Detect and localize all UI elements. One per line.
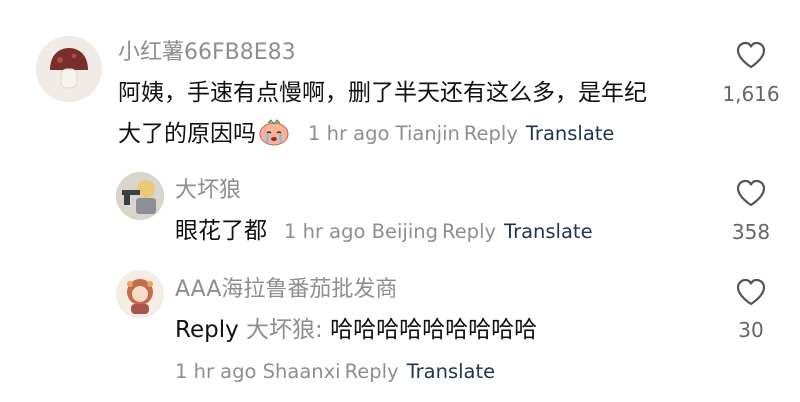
comment-username[interactable]: 小红薯66FB8E83: [118, 40, 296, 66]
comment-meta: 1 hr ago Shaanxi Reply Translate: [175, 360, 495, 384]
comment-text: Reply 大坏狼: 哈哈哈哈哈哈哈哈哈: [175, 315, 537, 345]
comment-location: Shaanxi: [262, 360, 341, 383]
like-count: 30: [738, 318, 764, 342]
like-count: 1,616: [722, 82, 780, 106]
comment-meta: 1 hr ago Beijing Reply Translate: [284, 220, 593, 244]
heart-icon[interactable]: [735, 178, 767, 212]
comment-username[interactable]: AAA海拉鲁番茄批发商: [175, 277, 397, 303]
avatar-image: [116, 172, 164, 220]
avatar[interactable]: [116, 172, 164, 220]
comment-time: 1 hr ago: [175, 360, 257, 383]
avatar[interactable]: [116, 270, 164, 318]
like-count: 358: [731, 220, 771, 244]
heart-icon[interactable]: [735, 277, 767, 311]
comment-text-line2: 大了的原因吗: [118, 121, 256, 147]
reply-button[interactable]: Reply: [442, 220, 496, 243]
comment-location: Beijing: [371, 220, 439, 243]
translate-button[interactable]: Translate: [504, 220, 593, 243]
reply-prefix: Reply: [175, 317, 239, 343]
comment-username[interactable]: 大坏狼: [175, 178, 241, 204]
mushroom-icon: [36, 36, 102, 102]
crying-face-icon: [258, 118, 290, 154]
comment-body: 哈哈哈哈哈哈哈哈哈: [330, 317, 538, 343]
avatar[interactable]: [36, 36, 102, 102]
comment-location: Tianjin: [395, 122, 460, 145]
reply-button[interactable]: Reply: [464, 122, 518, 145]
comment-time: 1 hr ago: [284, 220, 366, 243]
comment-text: 阿姨，手速有点慢啊，删了半天还有这么多，是年纪: [118, 80, 647, 106]
comment-text: 眼花了都: [175, 218, 267, 244]
reply-target-username[interactable]: 大坏狼:: [246, 317, 323, 343]
heart-icon[interactable]: [735, 40, 767, 74]
translate-button[interactable]: Translate: [407, 360, 496, 383]
comment-text-continued: 大了的原因吗: [118, 118, 290, 154]
comment-meta: 1 hr ago Tianjin Reply Translate: [308, 122, 614, 146]
avatar-image: [116, 270, 164, 318]
comment-time: 1 hr ago: [308, 122, 390, 145]
reply-button[interactable]: Reply: [345, 360, 399, 383]
translate-button[interactable]: Translate: [526, 122, 615, 145]
